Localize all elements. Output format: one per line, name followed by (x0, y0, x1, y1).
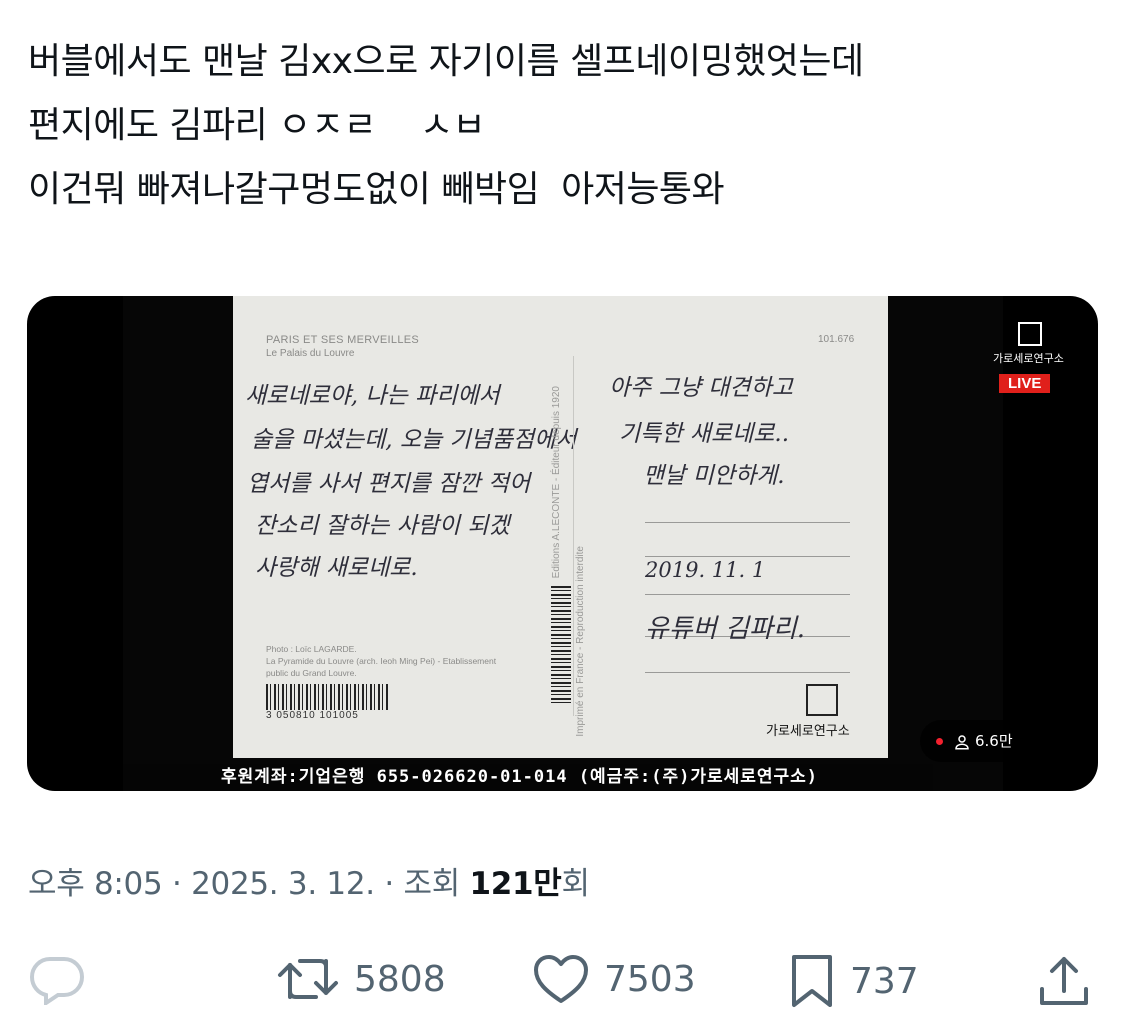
postcard-subtitle: Le Palais du Louvre (266, 348, 355, 359)
watermark-logo-icon (806, 684, 838, 716)
share-icon (1040, 957, 1088, 1005)
views-count: 121만 (469, 866, 562, 902)
address-line (645, 556, 850, 557)
views-suffix: 회 (561, 866, 591, 902)
live-badge: LIVE (999, 374, 1051, 393)
tweet-date[interactable]: 2025. 3. 12. (191, 866, 375, 902)
postcard-imprint: Imprimé en France - Reproduction interdi… (575, 546, 586, 737)
video-frame: PARIS ET SES MERVEILLES Le Palais du Lou… (123, 296, 1064, 791)
tweet-line-3: 이건뭐 빠져나갈구멍도없이 빼박임 아저능통와 (28, 169, 725, 210)
viewer-count-pill[interactable]: 6.6만 (920, 720, 1036, 762)
handwriting-left-4: 잔소리 잘하는 사람이 되겠 (255, 513, 510, 539)
handwriting-right-1: 아주 그냥 대견하고 (609, 375, 793, 401)
retweet-count: 5808 (354, 958, 446, 1000)
video-player[interactable]: PARIS ET SES MERVEILLES Le Palais du Lou… (27, 296, 1098, 791)
tweet-actions: 5808 7503 737 (0, 945, 1125, 1015)
postcard-image: PARIS ET SES MERVEILLES Le Palais du Lou… (233, 296, 888, 758)
barcode-number: 3 050810 101005 (266, 710, 359, 721)
postcard-code: 101.676 (818, 334, 855, 345)
handwriting-date: 2019. 11. 1 (645, 558, 766, 582)
channel-name: 가로세로연구소 (993, 352, 1064, 365)
views-label: 조회 (403, 866, 470, 902)
postcard-barcode-vertical (551, 586, 571, 706)
like-count: 7503 (604, 958, 696, 1000)
bookmark-button[interactable]: 737 (788, 953, 919, 1009)
handwriting-right-3: 맨날 미안하게. (643, 463, 785, 489)
barcode (266, 684, 388, 710)
handwriting-left-3: 엽서를 사서 편지를 잠깐 적어 (247, 471, 531, 497)
bookmark-icon (792, 955, 832, 1007)
person-icon (955, 734, 969, 749)
handwriting-left-2: 술을 마셨는데, 오늘 기념품점에서 (251, 427, 577, 453)
handwriting-left-1: 새로네로야, 나는 파리에서 (245, 383, 500, 409)
handwriting-right-2: 기특한 새로네로.. (619, 421, 790, 447)
like-button[interactable]: 7503 (532, 953, 696, 1005)
postcard-publisher: Editions A.LECONTE - Éditeur depuis 1920 (551, 386, 562, 579)
handwriting-left-5: 사랑해 새로네로. (255, 555, 418, 581)
viewer-count: 6.6만 (975, 732, 1013, 750)
tweet-meta: 오후 8:05 · 2025. 3. 12. · 조회 121만회 (28, 858, 590, 903)
tweet-text: 버블에서도 맨날 김xx으로 자기이름 셀프네이밍했엇는데 편지에도 김파리 ㅇ… (28, 30, 1098, 222)
reply-icon (29, 957, 85, 1005)
heart-icon (534, 955, 588, 1003)
handwriting-signature: 유튜버 김파리. (645, 614, 806, 644)
address-line (645, 522, 850, 523)
tweet-line-2: 편지에도 김파리 ㅇㅈㄹ ㅅㅂ (28, 105, 486, 146)
tweet-time[interactable]: 오후 8:05 (28, 866, 163, 902)
live-dot-icon (936, 738, 943, 745)
donation-ticker: 후원계좌:기업은행 655-026620-01-014 (예금주:(주)가로세로… (123, 764, 933, 791)
meta-separator: · (374, 866, 404, 902)
address-line (645, 594, 850, 595)
photo-credit: Photo : Loïc LAGARDE. La Pyramide du Lou… (266, 644, 497, 678)
watermark-logo-text: 가로세로연구소 (766, 723, 850, 738)
address-line (645, 672, 850, 673)
meta-separator: · (162, 866, 192, 902)
postcard-title: PARIS ET SES MERVEILLES (266, 334, 420, 346)
retweet-button[interactable]: 5808 (276, 953, 446, 1005)
postcard-divider (573, 356, 574, 716)
reply-button[interactable] (28, 953, 86, 1005)
share-button[interactable] (1036, 953, 1092, 1009)
retweet-icon (278, 959, 338, 999)
bookmark-count: 737 (850, 960, 919, 1002)
tweet-line-1: 버블에서도 맨날 김xx으로 자기이름 셀프네이밍했엇는데 (28, 41, 864, 82)
channel-logo-icon (1018, 322, 1042, 346)
